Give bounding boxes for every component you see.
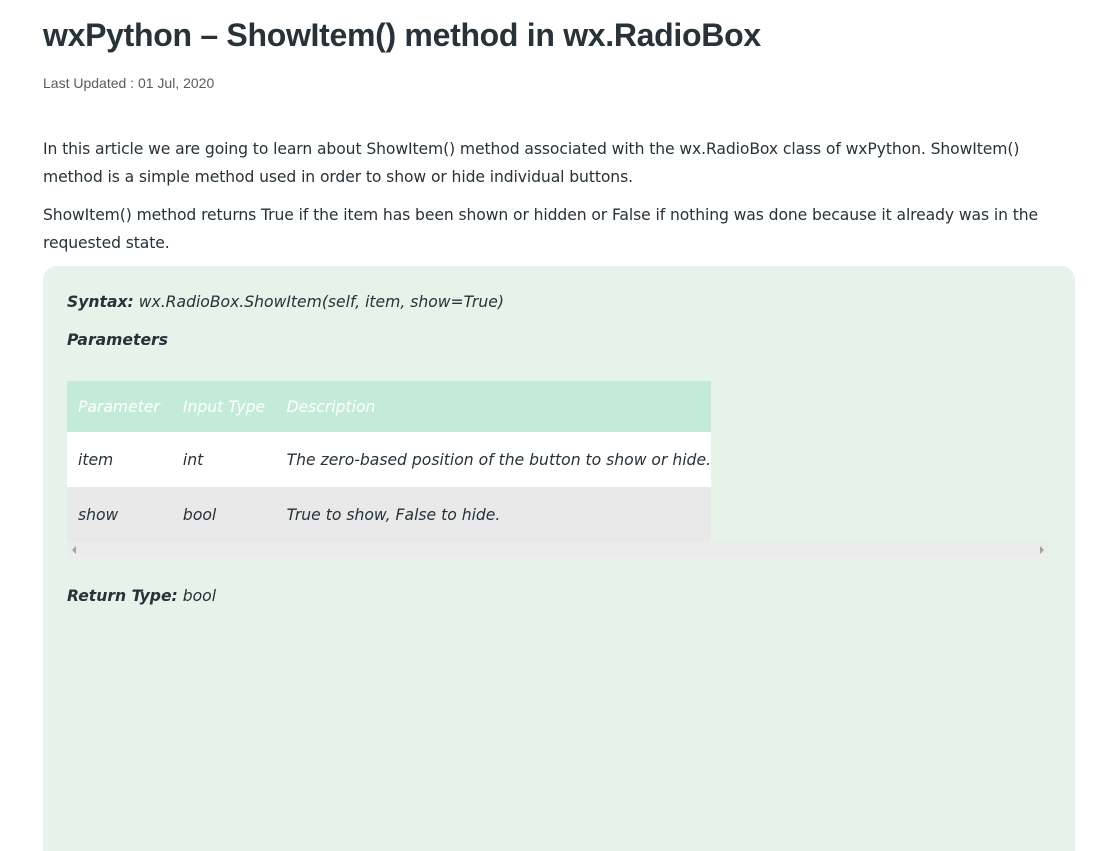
parameters-table: Parameter Input Type Description item in… [67, 381, 711, 542]
return-type-label: Return Type: [67, 587, 178, 605]
parameters-heading: Parameters [67, 331, 168, 349]
cell-description: True to show, False to hide. [275, 487, 711, 542]
header-input-type: Input Type [171, 381, 276, 432]
header-parameter: Parameter [67, 381, 172, 432]
table-row: item int The zero-based position of the … [67, 432, 711, 487]
cell-input-type: bool [171, 487, 276, 542]
syntax-line: Syntax: wx.RadioBox.ShowItem(self, item,… [67, 293, 504, 311]
return-type-value: bool [177, 587, 217, 605]
cell-description: The zero-based position of the button to… [275, 432, 711, 487]
cell-input-type: int [171, 432, 276, 487]
table-header-row: Parameter Input Type Description [67, 381, 711, 432]
parameters-table-container: Parameter Input Type Description item in… [67, 381, 1049, 558]
syntax-box: Syntax: wx.RadioBox.ShowItem(self, item,… [43, 266, 1075, 851]
cell-parameter: show [67, 487, 172, 542]
last-updated: Last Updated : 01 Jul, 2020 [43, 75, 215, 91]
scroll-left-arrow-icon[interactable] [72, 546, 76, 554]
horizontal-scrollbar[interactable] [67, 542, 1049, 558]
header-description: Description [275, 381, 711, 432]
cell-parameter: item [67, 432, 172, 487]
table-row: show bool True to show, False to hide. [67, 487, 711, 542]
return-description-paragraph: ShowItem() method returns True if the it… [43, 206, 1039, 252]
syntax-label: Syntax: [67, 293, 134, 311]
intro-paragraph: In this article we are going to learn ab… [43, 140, 1020, 186]
article-title: wxPython – ShowItem() method in wx.Radio… [43, 17, 761, 53]
scroll-right-arrow-icon[interactable] [1040, 546, 1044, 554]
syntax-signature: wx.RadioBox.ShowItem(self, item, show=Tr… [133, 293, 504, 311]
return-type-line: Return Type: bool [67, 587, 216, 605]
